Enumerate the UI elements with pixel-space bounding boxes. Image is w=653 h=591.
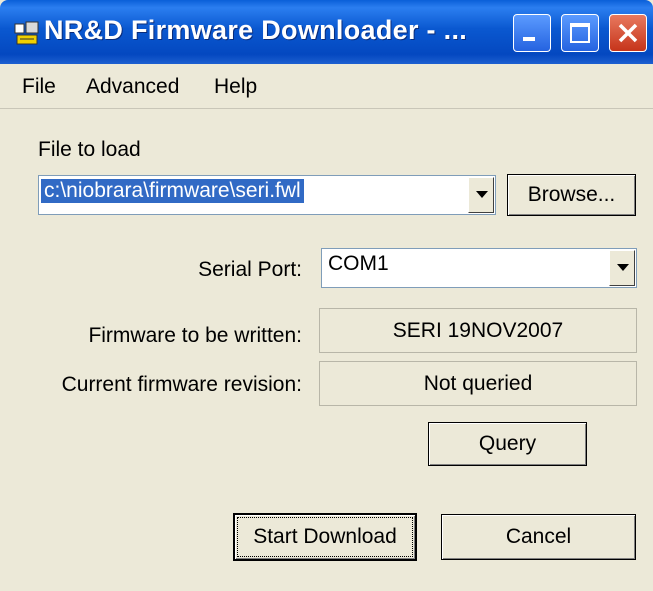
browse-button[interactable]: Browse... <box>507 174 636 216</box>
start-download-button[interactable]: Start Download <box>233 513 417 561</box>
minimize-icon <box>523 37 535 41</box>
maximize-icon <box>570 23 590 43</box>
serial-port-select[interactable]: COM1 <box>321 248 637 288</box>
file-path-combo[interactable]: c:\niobrara\firmware\seri.fwl <box>38 175 496 215</box>
serial-port-dropdown-button[interactable] <box>609 250 635 286</box>
firmware-label: Firmware to be written: <box>88 324 302 347</box>
title-bar[interactable]: NR&D Firmware Downloader - ... <box>0 0 653 64</box>
query-button[interactable]: Query <box>428 422 587 466</box>
chevron-down-icon <box>476 191 488 198</box>
serial-port-value: COM1 <box>328 252 389 275</box>
minimize-button[interactable] <box>513 14 551 52</box>
menu-advanced[interactable]: Advanced <box>86 75 179 99</box>
current-revision-label: Current firmware revision: <box>61 373 302 396</box>
close-icon <box>618 23 638 43</box>
firmware-to-be-written-field: SERI 19NOV2007 <box>319 308 637 353</box>
menu-file[interactable]: File <box>22 75 56 99</box>
serial-port-label: Serial Port: <box>198 258 302 281</box>
maximize-button[interactable] <box>561 14 599 52</box>
file-path-value[interactable]: c:\niobrara\firmware\seri.fwl <box>41 179 304 203</box>
menu-help[interactable]: Help <box>214 75 257 99</box>
current-firmware-revision-field: Not queried <box>319 361 637 406</box>
firmware-downloader-window: NR&D Firmware Downloader - ... File Adva… <box>0 0 653 591</box>
file-path-dropdown-button[interactable] <box>468 177 494 213</box>
file-to-load-label: File to load <box>38 138 141 161</box>
app-icon <box>14 21 39 45</box>
close-button[interactable] <box>609 14 647 52</box>
window-title: NR&D Firmware Downloader - ... <box>44 15 468 45</box>
cancel-button[interactable]: Cancel <box>441 514 636 560</box>
chevron-down-icon <box>617 264 629 271</box>
menu-bar: File Advanced Help <box>0 64 653 109</box>
